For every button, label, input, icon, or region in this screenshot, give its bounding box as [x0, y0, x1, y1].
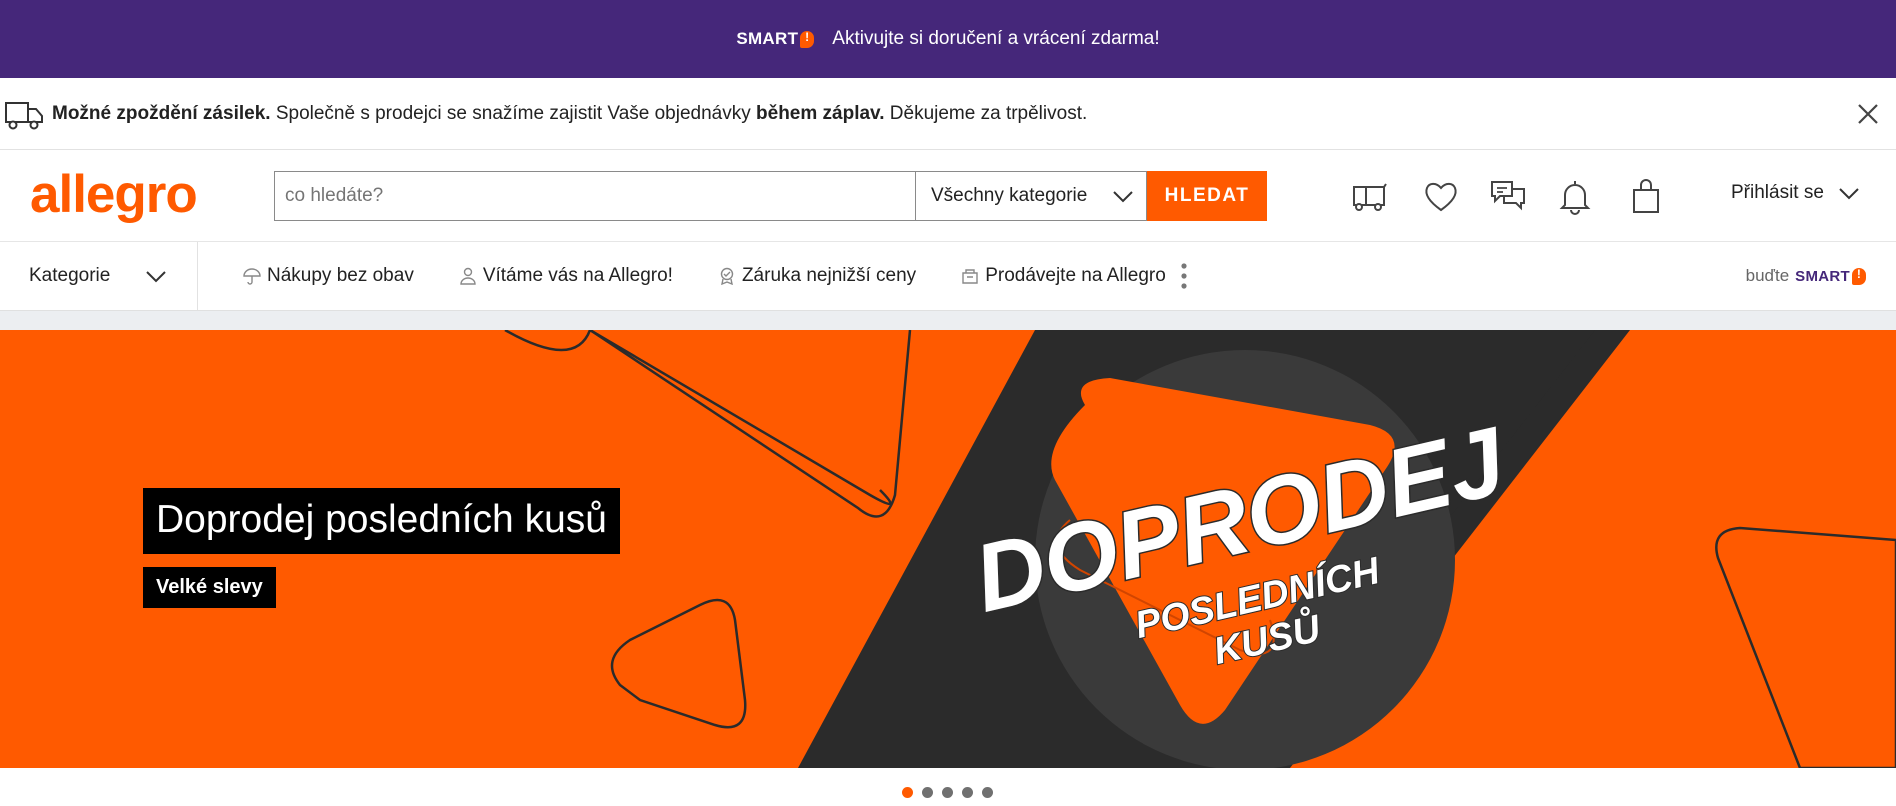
notice-text-1: Společně s prodejci se snažíme zajistit … — [270, 102, 757, 124]
delivery-truck-icon[interactable] — [1350, 177, 1390, 215]
carousel-dot[interactable] — [942, 787, 953, 798]
smart-logo: SMART — [736, 29, 815, 49]
allegro-logo[interactable]: allegro — [30, 164, 198, 225]
close-icon[interactable] — [1852, 98, 1884, 130]
promo-banner[interactable]: DOPRODEJ POSLEDNÍCH KUSŮ Doprodej posled… — [0, 330, 1896, 768]
nav-item-label: Záruka nejnižší ceny — [741, 265, 917, 286]
become-smart-link[interactable]: buďte SMART — [1746, 266, 1866, 286]
umbrella-icon — [243, 268, 261, 285]
notice-bold-1: Možné zpoždění zásilek. — [52, 102, 271, 124]
more-options-icon[interactable] — [1180, 261, 1188, 291]
carousel-dot[interactable] — [982, 787, 993, 798]
carousel-dot[interactable] — [962, 787, 973, 798]
categories-label: Kategorie — [29, 265, 111, 286]
login-label: Přihlásit se — [1731, 182, 1824, 203]
notice-text-2: Děkujeme za trpělivost. — [884, 102, 1088, 124]
categories-dropdown[interactable]: Kategorie — [0, 242, 198, 310]
site-header: allegro Všechny kategorie HLEDAT Přihlás… — [0, 150, 1896, 242]
shopping-bag-icon[interactable] — [1626, 177, 1666, 215]
chat-icon[interactable] — [1488, 177, 1528, 215]
category-select[interactable]: Všechny kategorie — [915, 171, 1147, 221]
bell-icon[interactable] — [1555, 177, 1595, 215]
search-input[interactable] — [274, 171, 916, 221]
chevron-down-icon — [146, 271, 166, 283]
smart-prefix: buďte — [1745, 266, 1790, 285]
notice-text: Možné zpoždění zásilek. Společně s prode… — [52, 103, 1087, 125]
carousel-pagination — [902, 787, 993, 798]
secondary-nav: Kategorie Nákupy bez obav Vítáme vás na … — [0, 242, 1896, 310]
nav-item-welcome[interactable]: Vítáme vás na Allegro! — [459, 265, 673, 287]
section-divider — [0, 310, 1896, 330]
login-menu[interactable]: Přihlásit se — [1731, 182, 1860, 204]
smart-badge-icon — [1852, 267, 1866, 285]
badge-icon — [720, 267, 734, 285]
smart-logo: SMART — [1795, 267, 1866, 285]
heart-icon[interactable] — [1421, 177, 1461, 215]
chevron-down-icon — [1113, 191, 1133, 203]
category-select-label: Všechny kategorie — [931, 185, 1088, 206]
carousel-dot[interactable] — [902, 787, 913, 798]
banner-title: Doprodej posledních kusů — [143, 488, 620, 554]
nav-item-label: Prodávejte na Allegro — [985, 265, 1166, 286]
nav-item-label: Nákupy bez obav — [267, 265, 414, 286]
nav-item-label: Vítáme vás na Allegro! — [482, 265, 673, 286]
banner-subtitle: Velké slevy — [143, 567, 276, 608]
smart-promo-bar[interactable]: SMART Aktivujte si doručení a vrácení zd… — [0, 0, 1896, 78]
carousel-dot[interactable] — [922, 787, 933, 798]
search-button[interactable]: HLEDAT — [1147, 171, 1267, 221]
shop-icon — [962, 269, 978, 284]
notice-bold-2: během záplav. — [756, 102, 885, 124]
promo-text[interactable]: Aktivujte si doručení a vrácení zdarma! — [832, 28, 1159, 50]
nav-item-safe-shopping[interactable]: Nákupy bez obav — [243, 265, 414, 287]
chevron-down-icon — [1839, 188, 1859, 200]
nav-item-lowest-price[interactable]: Záruka nejnižší ceny — [718, 265, 916, 287]
smart-badge-icon — [800, 30, 815, 48]
delivery-truck-icon — [5, 101, 43, 129]
user-icon — [460, 267, 476, 285]
delivery-delay-notice: Možné zpoždění zásilek. Společně s prode… — [0, 78, 1896, 150]
nav-item-sell[interactable]: Prodávejte na Allegro — [961, 265, 1166, 287]
